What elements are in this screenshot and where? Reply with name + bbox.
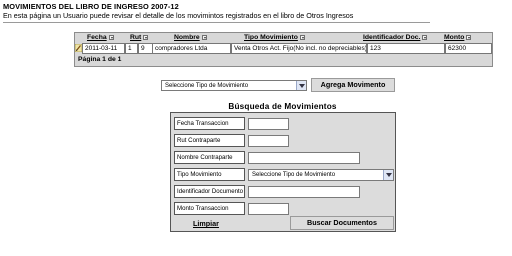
nombre-contraparte-input[interactable]	[248, 152, 360, 164]
column-header-monto[interactable]: Monto	[444, 34, 472, 41]
tipo-movimiento-select[interactable]: Seleccione Tipo de Movimiento	[161, 80, 307, 91]
tipo-movimiento-filter-value: Seleccione Tipo de Movimiento	[252, 172, 336, 178]
cell-monto: 62300	[445, 43, 492, 54]
monto-transaccion-input[interactable]	[248, 203, 289, 215]
sort-icon[interactable]	[422, 34, 428, 40]
cell-rut: 1	[125, 43, 138, 54]
sort-icon[interactable]	[108, 34, 114, 40]
column-header-tipo-movimiento[interactable]: Tipo Movimiento	[244, 34, 305, 41]
sort-icon[interactable]	[466, 34, 472, 40]
column-header-identificador-doc[interactable]: Identificador Doc.	[363, 34, 428, 41]
fecha-transaccion-label: Fecha Transaccion	[174, 117, 245, 130]
movements-grid: Fecha Rut Nombre Tipo Movimiento Identif…	[74, 32, 493, 67]
cell-nombre: compradores Ltda	[153, 43, 231, 54]
identificador-documento-label: Identificador Documento	[174, 185, 245, 198]
cell-identificador: 123	[367, 43, 445, 54]
column-header-fecha[interactable]: Fecha	[87, 34, 114, 41]
edit-icon[interactable]	[75, 44, 82, 52]
cell-tipo-movimiento: Venta Otros Act. Fijo(No incl. no deprec…	[231, 43, 367, 54]
tipo-movimiento-filter-select[interactable]: Seleccione Tipo de Movimiento	[248, 169, 394, 181]
tipo-movimiento-select-value: Seleccione Tipo de Movimiento	[165, 83, 249, 89]
table-row[interactable]: 2011-03-11 1 9 compradores Ltda Venta Ot…	[75, 43, 492, 54]
nombre-contraparte-label: Nombre Contraparte	[174, 151, 245, 164]
add-movement-button[interactable]: Agrega Movimento	[311, 78, 395, 92]
search-panel: Fecha Transaccion Rut Contraparte Nombre…	[170, 112, 396, 232]
chevron-down-icon[interactable]	[296, 81, 306, 90]
monto-transaccion-label: Monto Transaccion	[174, 202, 245, 215]
sort-icon[interactable]	[143, 34, 149, 40]
sort-icon[interactable]	[201, 34, 207, 40]
chevron-down-icon[interactable]	[383, 170, 393, 180]
cell-fecha: 2011-03-11	[82, 43, 125, 54]
tipo-movimiento-label: Tipo Movimiento	[174, 168, 245, 181]
search-title: Búsqueda de Movimientos	[228, 102, 337, 111]
search-documents-button[interactable]: Buscar Documentos	[290, 216, 394, 230]
identificador-documento-input[interactable]	[248, 186, 360, 198]
page-title: MOVIMIENTOS DEL LIBRO DE INGRESO 2007-12	[3, 2, 179, 11]
clear-link[interactable]: Limpiar	[193, 219, 219, 228]
cell-dv: 9	[138, 43, 153, 54]
pager-label: Página 1 de 1	[78, 56, 122, 63]
column-header-rut[interactable]: Rut	[130, 34, 149, 41]
rut-contraparte-label: Rut Contraparte	[174, 134, 245, 147]
fecha-transaccion-input[interactable]	[248, 118, 289, 130]
header-divider	[3, 22, 430, 23]
column-header-nombre[interactable]: Nombre	[174, 34, 207, 41]
rut-contraparte-input[interactable]	[248, 135, 289, 147]
sort-icon[interactable]	[299, 34, 305, 40]
page-description: En esta página un Usuario puede revisar …	[3, 11, 354, 20]
